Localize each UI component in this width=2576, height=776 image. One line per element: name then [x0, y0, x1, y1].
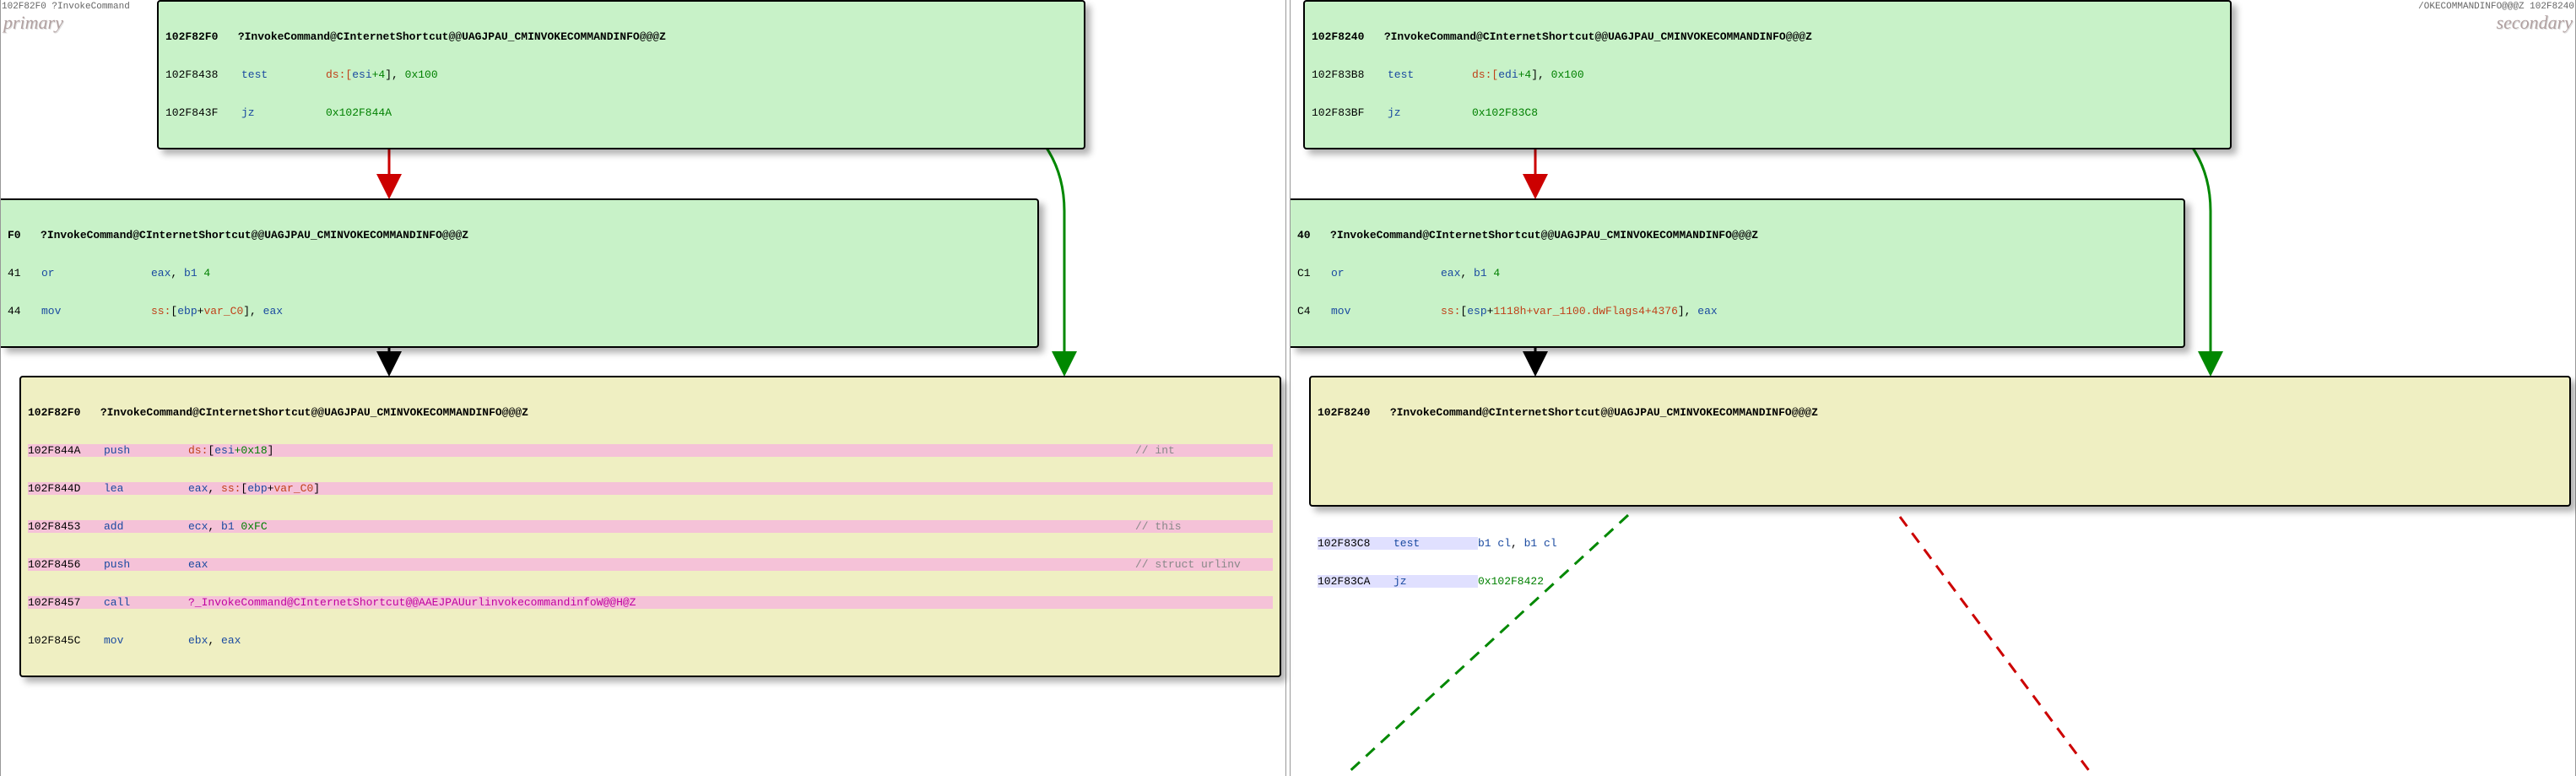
- mnemonic: test: [241, 68, 326, 81]
- addr: 102F8456: [28, 558, 104, 571]
- asm-row[interactable]: 102F8456pusheax // struct urlinv: [28, 558, 1273, 571]
- addr: 102F83B8: [1312, 68, 1388, 81]
- operands: eax, b1 4: [151, 267, 210, 279]
- primary-pane[interactable]: 102F82F0 ?InvokeCommand@CInternetShortcu…: [0, 0, 1286, 776]
- block-func: ?InvokeCommand@CInternetShortcut@@UAGJPA…: [238, 30, 666, 43]
- operands: ss:[ebp+var_C0], eax: [151, 305, 283, 317]
- addr: 41: [8, 267, 41, 279]
- asm-row[interactable]: 41oreax, b1 4: [8, 267, 1031, 279]
- block-func: ?InvokeCommand@CInternetShortcut@@UAGJPA…: [100, 406, 528, 419]
- mnemonic: mov: [41, 305, 151, 317]
- mnemonic: test: [1394, 537, 1478, 550]
- mnemonic: or: [41, 267, 151, 279]
- operands: eax, b1 4: [1441, 267, 1500, 279]
- operands: ?_InvokeCommand@CInternetShortcut@@AAEJP…: [188, 596, 636, 609]
- operands: 0x102F83C8: [1472, 106, 1538, 119]
- basic-block-3-right[interactable]: 102F8240 ?InvokeCommand@CInternetShortcu…: [1309, 376, 2571, 507]
- addr: 102F843F: [165, 106, 241, 119]
- addr: 102F8453: [28, 520, 104, 533]
- block-func: ?InvokeCommand@CInternetShortcut@@UAGJPA…: [41, 229, 468, 241]
- asm-row[interactable]: C4movss:[esp+1118h+var_1100.dwFlags4+437…: [1297, 305, 2177, 317]
- basic-block-2-right[interactable]: 40 ?InvokeCommand@CInternetShortcut@@UAG…: [1291, 198, 2185, 348]
- operands: ecx, b1 0xFC: [188, 520, 268, 533]
- asm-row[interactable]: 102F83CAjz0x102F8422: [1318, 575, 2562, 588]
- block-addr: F0: [8, 229, 21, 241]
- addr: 102F8438: [165, 68, 241, 81]
- asm-row[interactable]: 102F8453addecx, b1 0xFC // this: [28, 520, 1273, 533]
- addr: 102F844A: [28, 444, 104, 457]
- block-addr: 102F82F0: [165, 30, 218, 43]
- comment: // int: [1135, 444, 1175, 457]
- asm-row[interactable]: 44movss:[ebp+var_C0], eax: [8, 305, 1031, 317]
- mnemonic: or: [1331, 267, 1441, 279]
- asm-row[interactable]: 102F83B8testds:[edi+4], 0x100: [1312, 68, 2223, 81]
- comment: // struct urlinv: [1135, 558, 1241, 571]
- addr: 102F844D: [28, 482, 104, 495]
- operands: 0x102F8422: [1478, 575, 1544, 588]
- addr: C4: [1297, 305, 1331, 317]
- addr: 102F83C8: [1318, 537, 1394, 550]
- asm-row[interactable]: 102F8438testds:[esi+4], 0x100: [165, 68, 1077, 81]
- block-addr: 102F8240: [1318, 406, 1370, 419]
- block-func: ?InvokeCommand@CInternetShortcut@@UAGJPA…: [1384, 30, 1812, 43]
- basic-block-2-left[interactable]: F0 ?InvokeCommand@CInternetShortcut@@UAG…: [1, 198, 1039, 348]
- mnemonic: push: [104, 444, 188, 457]
- mnemonic: jz: [1388, 106, 1472, 119]
- operands: ds:[esi+4], 0x100: [326, 68, 438, 81]
- asm-row[interactable]: C1oreax, b1 4: [1297, 267, 2177, 279]
- comment: // this: [1135, 520, 1182, 533]
- asm-row[interactable]: 102F843Fjz0x102F844A: [165, 106, 1077, 119]
- mnemonic: test: [1388, 68, 1472, 81]
- addr: 102F8457: [28, 596, 104, 609]
- addr: 102F83BF: [1312, 106, 1388, 119]
- asm-row[interactable]: 102F844Dleaeax, ss:[ebp+var_C0]: [28, 482, 1273, 495]
- block-addr: 102F8240: [1312, 30, 1364, 43]
- operands: b1 cl, b1 cl: [1478, 537, 1557, 550]
- asm-row[interactable]: 102F8457call?_InvokeCommand@CInternetSho…: [28, 596, 1273, 609]
- asm-row[interactable]: 102F83BFjz0x102F83C8: [1312, 106, 2223, 119]
- mnemonic: push: [104, 558, 188, 571]
- addr: 102F845C: [28, 634, 104, 647]
- block-addr: 102F82F0: [28, 406, 80, 419]
- addr: C1: [1297, 267, 1331, 279]
- operands: ebx, eax: [188, 634, 241, 647]
- addr: 44: [8, 305, 41, 317]
- basic-block-1-right[interactable]: 102F8240 ?InvokeCommand@CInternetShortcu…: [1303, 0, 2232, 149]
- mnemonic: mov: [104, 634, 188, 647]
- block-func: ?InvokeCommand@CInternetShortcut@@UAGJPA…: [1390, 406, 1818, 419]
- operands: eax, ss:[ebp+var_C0]: [188, 482, 320, 495]
- operands: ds:[edi+4], 0x100: [1472, 68, 1584, 81]
- mnemonic: jz: [1394, 575, 1478, 588]
- mnemonic: mov: [1331, 305, 1441, 317]
- mnemonic: call: [104, 596, 188, 609]
- asm-row[interactable]: 102F845Cmovebx, eax: [28, 634, 1273, 647]
- operands: 0x102F844A: [326, 106, 392, 119]
- secondary-pane[interactable]: 102F8240 ?InvokeCommand@CInternetShortcu…: [1290, 0, 2576, 776]
- addr: 102F83CA: [1318, 575, 1394, 588]
- block-addr: 40: [1297, 229, 1311, 241]
- mnemonic: jz: [241, 106, 326, 119]
- basic-block-1-left[interactable]: 102F82F0 ?InvokeCommand@CInternetShortcu…: [157, 0, 1085, 149]
- mnemonic: lea: [104, 482, 188, 495]
- asm-row[interactable]: 102F83C8testb1 cl, b1 cl: [1318, 537, 2562, 550]
- block-func: ?InvokeCommand@CInternetShortcut@@UAGJPA…: [1330, 229, 1758, 241]
- mnemonic: add: [104, 520, 188, 533]
- asm-row[interactable]: 102F844Apushds:[esi+0x18] // int: [28, 444, 1273, 457]
- operands: eax: [188, 558, 208, 571]
- operands: ds:[esi+0x18]: [188, 444, 273, 457]
- basic-block-3-left[interactable]: 102F82F0 ?InvokeCommand@CInternetShortcu…: [19, 376, 1281, 677]
- operands: ss:[esp+1118h+var_1100.dwFlags4+4376], e…: [1441, 305, 1718, 317]
